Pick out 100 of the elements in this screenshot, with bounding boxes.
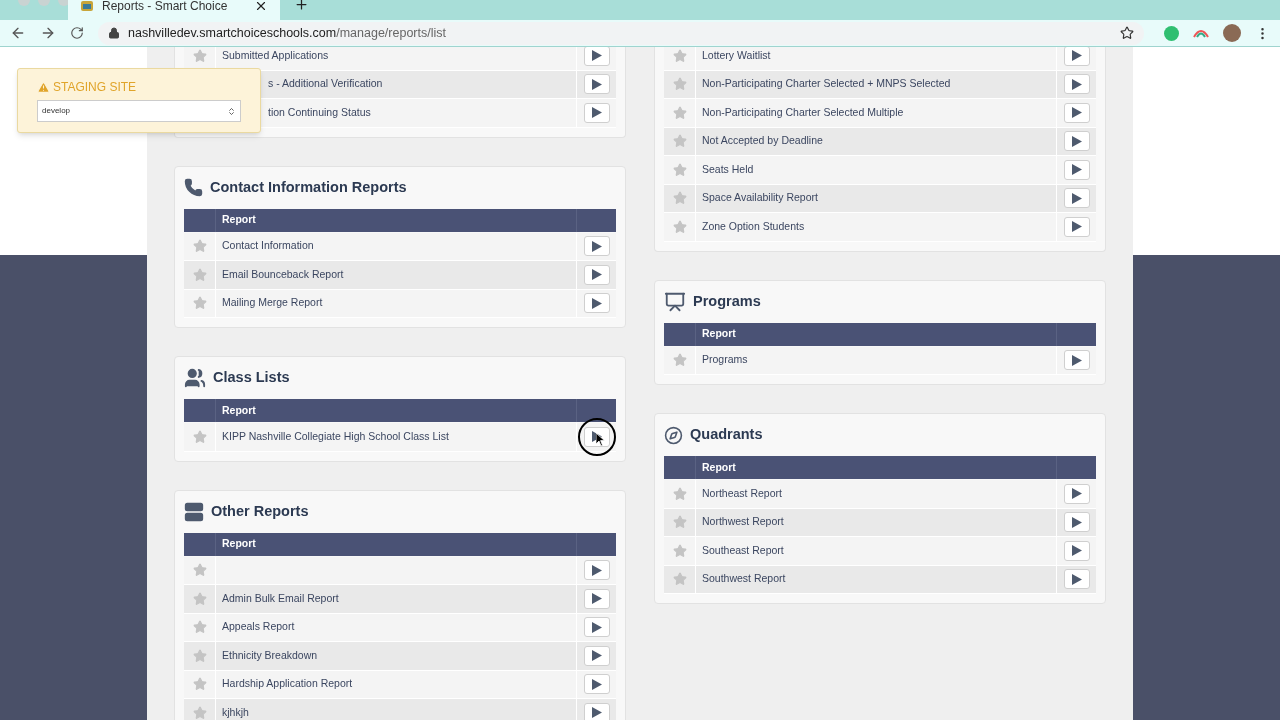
star-icon[interactable] [672,105,687,120]
report-name: Email Bounceback Report [222,266,344,282]
cursor-icon [596,433,605,446]
star-icon[interactable] [672,543,687,558]
star-icon[interactable] [192,239,207,254]
address-bar[interactable]: nashvilledev.smartchoiceschools.com/manage/reports/list [98,21,1144,45]
report-name: Admin Bulk Email Report [222,590,339,606]
play-icon [591,564,602,576]
run-button[interactable] [583,47,610,66]
run-button[interactable] [583,74,610,95]
report-name: Mailing Merge Report [222,295,323,311]
run-button[interactable] [583,236,610,257]
star-icon[interactable] [192,677,207,692]
star-icon[interactable] [192,705,207,720]
run-button[interactable] [583,293,610,314]
run-button[interactable] [1063,540,1090,561]
run-button[interactable] [583,560,610,581]
play-icon [1071,488,1082,500]
run-button[interactable] [1063,569,1090,590]
report-name: s - Additional Verification [268,76,383,92]
report-name: Northeast Report [702,485,782,501]
run-button[interactable] [1063,102,1090,123]
play-icon [1071,135,1082,147]
star-icon[interactable] [672,353,687,368]
star-icon[interactable] [192,563,207,578]
report-name: Hardship Application Report [222,676,353,692]
star-icon[interactable] [192,620,207,635]
profile-avatar[interactable] [1223,24,1241,42]
star-icon[interactable] [672,48,687,63]
run-button[interactable] [583,674,610,695]
star-icon[interactable] [192,48,207,63]
play-icon [1071,516,1082,528]
star-icon[interactable] [672,219,687,234]
tab-title: Reports - Smart Choice [102,0,229,15]
bookmark-star-icon[interactable] [1120,26,1134,40]
play-icon [591,297,602,309]
star-icon[interactable] [192,296,207,311]
warning-icon [37,80,50,94]
report-name: tion Continuing Status [268,104,371,120]
play-icon [591,593,602,605]
report-name: Southeast Report [702,542,784,558]
run-button[interactable] [1063,188,1090,209]
run-button[interactable] [583,102,610,123]
run-button[interactable] [583,588,610,609]
report-name: Seats Held [702,161,754,177]
star-icon[interactable] [672,486,687,501]
report-name: Appeals Report [222,619,295,635]
report-name: Lottery Waitlist [702,47,771,63]
play-icon [1071,164,1082,176]
phone-icon [184,178,203,197]
new-tab-icon[interactable] [294,0,309,12]
play-icon [591,78,602,90]
column-header: Report [221,402,257,418]
play-icon [1071,545,1082,557]
run-button[interactable] [1063,483,1090,504]
close-icon[interactable] [254,0,268,13]
browser-tab[interactable]: Reports - Smart Choice [68,0,280,20]
column-header: Report [221,212,257,228]
play-icon [591,650,602,662]
run-button[interactable] [1063,131,1090,152]
play-icon [591,707,602,719]
play-icon [1071,354,1082,366]
star-icon[interactable] [192,648,207,663]
play-icon [591,107,602,119]
rainbow-extension-icon[interactable] [1193,28,1209,38]
star-icon[interactable] [672,191,687,206]
report-name: Contact Information [222,238,314,254]
star-icon[interactable] [192,429,207,444]
run-button[interactable] [583,702,610,720]
run-button[interactable] [1063,512,1090,533]
server-icon [184,501,204,522]
run-button[interactable] [583,617,610,638]
environment-select[interactable]: develop [37,100,241,122]
column-header: Report [221,536,257,552]
forward-icon[interactable] [40,25,56,41]
run-button[interactable] [583,645,610,666]
star-icon[interactable] [672,134,687,149]
star-icon[interactable] [672,572,687,587]
star-icon[interactable] [672,162,687,177]
report-name: Space Availability Report [702,190,818,206]
run-button[interactable] [1063,350,1090,371]
star-icon[interactable] [672,77,687,92]
play-icon [1071,50,1082,62]
play-icon [591,269,602,281]
star-icon[interactable] [192,267,207,282]
report-name: KIPP Nashville Collegiate High School Class List [222,428,449,444]
run-button[interactable] [1063,159,1090,180]
star-icon[interactable] [192,591,207,606]
run-button[interactable] [1063,74,1090,95]
presentation-icon [664,290,686,313]
url-text: nashvilledev.smartchoiceschools.com/manage/reports/list [128,24,447,42]
run-button[interactable] [583,264,610,285]
back-icon[interactable] [10,25,26,41]
reload-icon[interactable] [70,26,84,40]
run-button[interactable] [1063,216,1090,237]
section-title: Other Reports [211,501,309,521]
play-icon [591,50,602,62]
report-name: kjhkjh [222,704,249,720]
run-button[interactable] [1063,47,1090,66]
star-icon[interactable] [672,515,687,530]
